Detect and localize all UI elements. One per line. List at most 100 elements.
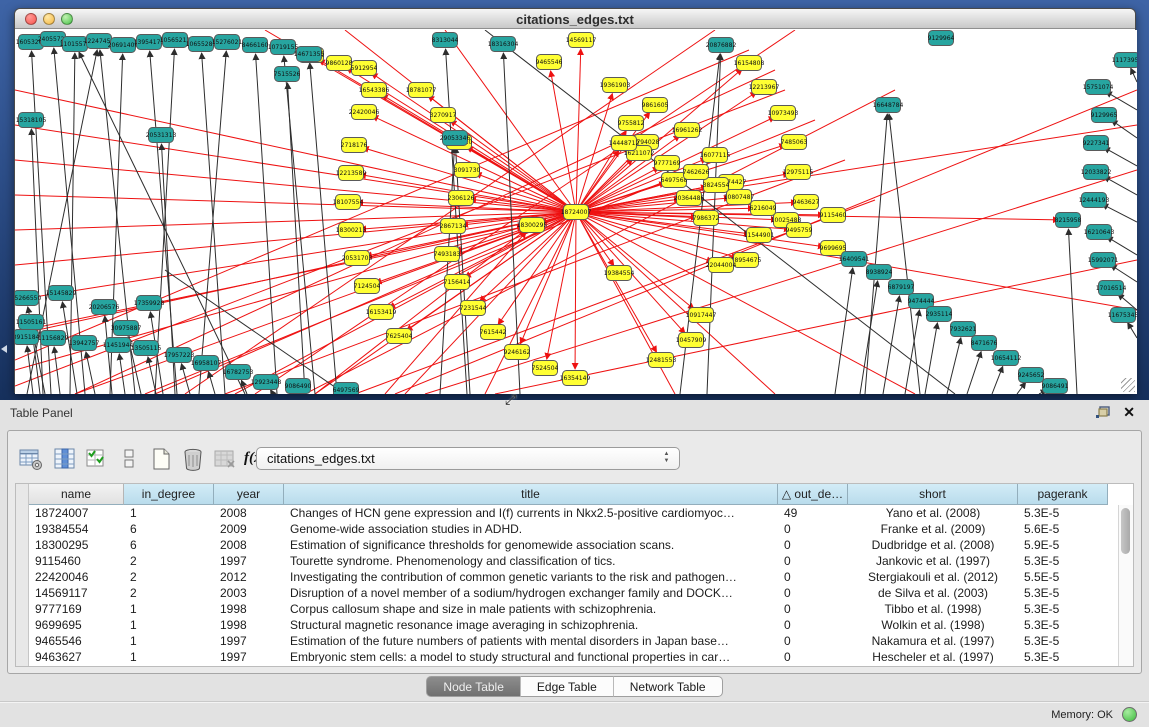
graph-node-8938924[interactable]: 8938924 [866, 265, 893, 280]
graph-node-7156414[interactable]: 7156414 [444, 275, 471, 290]
graph-node-15318105[interactable]: 15318105 [16, 113, 47, 128]
float-window-icon[interactable] [1095, 406, 1111, 420]
graph-node-10457909[interactable]: 10457909 [676, 333, 707, 348]
graph-node-10654112[interactable]: 10654112 [991, 351, 1022, 366]
graph-node-9777169[interactable]: 9777169 [654, 156, 681, 171]
graph-node-9465546[interactable]: 9465546 [536, 55, 563, 70]
graph-node-7932621[interactable]: 7932621 [950, 322, 977, 337]
graph-node-8215958[interactable]: 8215958 [1055, 213, 1082, 228]
show-column-button[interactable] [52, 447, 78, 471]
graph-node-9227341[interactable]: 9227341 [1083, 136, 1110, 151]
graph-node-9861605[interactable]: 9861605 [642, 98, 669, 113]
graph-node-11173954[interactable]: 11173954 [1112, 53, 1137, 68]
graph-node-18107554[interactable]: 18107554 [333, 195, 364, 210]
graph-node-3915184[interactable]: 3915184 [15, 330, 40, 345]
graph-node-3091730[interactable]: 3091730 [454, 163, 481, 178]
table-row[interactable]: 946362711997Embryonic stem cells: a mode… [29, 649, 1117, 665]
graph-node-30975887[interactable]: 30975887 [111, 321, 142, 336]
row-height-button[interactable] [116, 447, 142, 471]
graph-node-7625404[interactable]: 7625404 [386, 329, 413, 344]
graph-node-9115460[interactable]: 9115460 [820, 208, 847, 223]
graph-node-17016514[interactable]: 17016514 [1096, 281, 1127, 296]
graph-node-2867134[interactable]: 2867134 [440, 219, 467, 234]
graph-node-12975115[interactable]: 12975115 [783, 165, 814, 180]
graph-node-7124504[interactable]: 7124504 [354, 279, 381, 294]
graph-node-10973493[interactable]: 10973493 [768, 106, 799, 121]
graph-node-12213967[interactable]: 12213967 [749, 80, 780, 95]
graph-node-15276021[interactable]: 15276021 [212, 35, 243, 50]
graph-node-20531313[interactable]: 20531313 [146, 128, 177, 143]
column-header-in_degree[interactable]: in_degree [124, 484, 214, 505]
column-header-out_de[interactable]: △ out_de… [778, 484, 848, 505]
graph-node-18300213[interactable]: 18300213 [336, 223, 367, 238]
graph-node-10807487[interactable]: 10807487 [724, 190, 755, 205]
graph-node-11544901[interactable]: 11544901 [744, 228, 775, 243]
graph-node-18300295[interactable]: 18300295 [517, 218, 548, 233]
network-window[interactable]: citations_edges.txt 18724007766382298601… [14, 8, 1136, 393]
graph-node-7515526[interactable]: 7515526 [274, 67, 301, 82]
graph-node-12481553[interactable]: 12481553 [646, 353, 677, 368]
graph-node-11675345[interactable]: 11675345 [1108, 308, 1137, 323]
graph-node-22420046[interactable]: 22420046 [349, 105, 380, 120]
graph-node-2935114[interactable]: 2935114 [926, 307, 953, 322]
graph-node-7485063[interactable]: 7485063 [781, 135, 808, 150]
graph-node-8471676[interactable]: 8471676 [971, 336, 998, 351]
graph-node-7231544[interactable]: 7231544 [460, 301, 487, 316]
table-row[interactable]: 2242004622012Investigating the contribut… [29, 569, 1117, 585]
tab-node-table[interactable]: Node Table [426, 676, 521, 697]
graph-node-9086490[interactable]: 9086490 [285, 379, 312, 394]
memory-status-indicator[interactable] [1122, 707, 1137, 722]
graph-node-12033822[interactable]: 12033822 [1081, 165, 1112, 180]
graph-node-9495759[interactable]: 9495759 [786, 223, 813, 238]
graph-node-13505115[interactable]: 13505115 [131, 341, 162, 356]
tab-network-table[interactable]: Network Table [614, 676, 723, 697]
table-row[interactable]: 1938455462009Genome-wide association stu… [29, 521, 1117, 537]
graph-node-6216049[interactable]: 6216049 [750, 201, 777, 216]
window-resize-grip[interactable] [1121, 378, 1135, 392]
graph-node-6879197[interactable]: 6879197 [888, 280, 915, 295]
panel-collapse-arrow-icon[interactable] [1, 345, 7, 353]
graph-node-12213589[interactable]: 12213589 [336, 166, 367, 181]
graph-node-14671355[interactable]: 14671355 [294, 47, 325, 62]
graph-node-16958107[interactable]: 16958107 [191, 356, 222, 371]
graph-node-13942757[interactable]: 13942757 [69, 336, 100, 351]
table-row[interactable]: 1456911722003Disruption of a novel membe… [29, 585, 1117, 601]
graph-node-16153419[interactable]: 16153419 [366, 305, 397, 320]
graph-node-7524504[interactable]: 7524504 [532, 361, 559, 376]
graph-node-15992071[interactable]: 15992071 [1088, 253, 1119, 268]
column-header-pagerank[interactable]: pagerank [1018, 484, 1108, 505]
graph-node-2306126[interactable]: 2306126 [448, 191, 475, 206]
graph-node-16782753[interactable]: 16782753 [223, 365, 254, 380]
graph-node-16409541[interactable]: 16409541 [839, 252, 870, 267]
table-select-dropdown[interactable]: citations_edges.txt ▲▼ [256, 447, 680, 470]
graph-node-18724007[interactable]: 18724007 [561, 205, 592, 220]
graph-node-9129964[interactable]: 9129964 [928, 31, 955, 46]
graph-node-16210643[interactable]: 16210643 [1084, 225, 1115, 240]
graph-node-18316304[interactable]: 18316304 [488, 37, 519, 52]
graph-node-8313044[interactable]: 8313044 [432, 33, 459, 48]
graph-node-11505161[interactable]: 11505161 [16, 315, 47, 330]
graph-node-11451944[interactable]: 11451944 [103, 338, 134, 353]
graph-node-19384554[interactable]: 19384554 [604, 266, 635, 281]
graph-node-20364486[interactable]: 20364486 [674, 191, 705, 206]
graph-node-16154808[interactable]: 16154808 [734, 56, 765, 71]
graph-node-3270917[interactable]: 3270917 [430, 108, 457, 123]
graph-node-12923448[interactable]: 12923448 [251, 375, 282, 390]
graph-node-16648784[interactable]: 16648784 [873, 98, 904, 113]
graph-node-19361903[interactable]: 19361903 [600, 78, 631, 93]
network-canvas[interactable]: 1872400776638229860128591295416543386224… [15, 30, 1137, 394]
column-header-title[interactable]: title [284, 484, 778, 505]
graph-node-16961262[interactable]: 16961262 [672, 123, 703, 138]
graph-node-29053346[interactable]: 29053346 [440, 131, 471, 146]
table-row[interactable]: 969969511998Structural magnetic resonanc… [29, 617, 1117, 633]
graph-node-14448712[interactable]: 14448712 [609, 136, 640, 151]
graph-node-11156829[interactable]: 11156829 [38, 331, 69, 346]
new-table-button[interactable] [148, 447, 174, 471]
graph-node-9246162[interactable]: 9246162 [504, 345, 531, 360]
graph-node-7615442[interactable]: 7615442 [480, 325, 507, 340]
graph-node-14569117[interactable]: 14569117 [566, 33, 597, 48]
vertical-scrollbar[interactable] [1118, 505, 1133, 666]
table-settings-button[interactable] [18, 447, 44, 471]
graph-node-20531703[interactable]: 20531703 [342, 251, 373, 266]
graph-node-5912954[interactable]: 5912954 [351, 61, 378, 76]
